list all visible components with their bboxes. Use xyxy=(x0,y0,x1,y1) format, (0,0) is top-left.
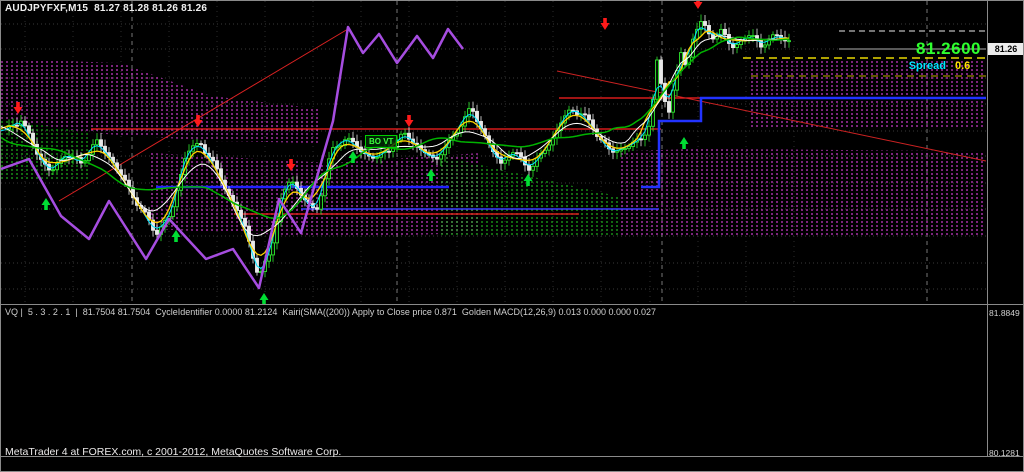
chart-canvas[interactable] xyxy=(1,1,1024,472)
bo-vt-badge: BO VT xyxy=(365,135,397,148)
current-price-axis-box: 81.26 xyxy=(988,43,1024,55)
subwindow-axis-max: 81.8849 xyxy=(989,308,1020,318)
main-sub-separator[interactable] xyxy=(1,304,1024,305)
spread-label: Spread xyxy=(909,60,946,72)
mt4-chart-window: AUDJPYFXF,M15 81.27 81.28 81.26 81.26 81… xyxy=(0,0,1024,472)
spread-value: 0.6 xyxy=(955,60,981,72)
indicator-subwindow-header: VQ | 5 . 3 . 2 . 1 | 81.7504 81.7504 Cyc… xyxy=(5,307,656,317)
time-axis[interactable] xyxy=(1,457,1024,472)
chart-title: AUDJPYFXF,M15 81.27 81.28 81.26 81.26 xyxy=(5,3,207,14)
spread-row: Spread 0.6 xyxy=(909,59,981,74)
current-price-display: 81.2600 xyxy=(916,39,981,59)
price-axis[interactable] xyxy=(987,1,1024,456)
quote-info-panel: 81.2600 Spread 0.6 xyxy=(909,39,981,74)
